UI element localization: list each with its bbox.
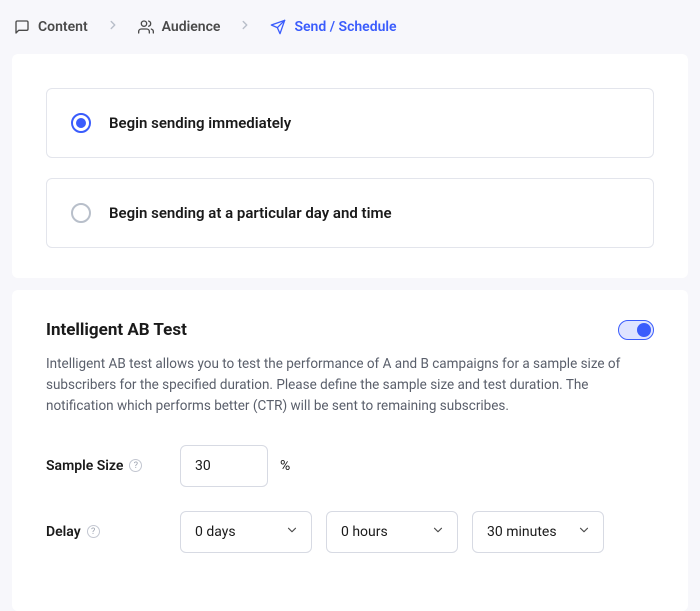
content-icon bbox=[14, 19, 30, 35]
option-send-scheduled[interactable]: Begin sending at a particular day and ti… bbox=[46, 178, 654, 248]
delay-hours-select[interactable]: 0 hours bbox=[326, 511, 458, 553]
delay-row: Delay ? 0 days 0 hours 30 minutes bbox=[46, 511, 654, 553]
audience-icon bbox=[138, 19, 154, 35]
percent-unit: % bbox=[280, 458, 290, 474]
radio-selected-icon bbox=[71, 113, 91, 133]
label-text: Delay bbox=[46, 524, 81, 540]
help-icon[interactable]: ? bbox=[87, 525, 100, 538]
radio-unselected-icon bbox=[71, 203, 91, 223]
option-send-immediately[interactable]: Begin sending immediately bbox=[46, 88, 654, 158]
breadcrumb-label: Content bbox=[38, 19, 88, 35]
breadcrumb-step-content[interactable]: Content bbox=[14, 19, 88, 35]
ab-test-description: Intelligent AB test allows you to test t… bbox=[46, 354, 654, 417]
chevron-down-icon bbox=[431, 523, 445, 541]
send-options-card: Begin sending immediately Begin sending … bbox=[12, 54, 688, 278]
help-icon[interactable]: ? bbox=[129, 459, 142, 472]
chevron-right-icon bbox=[238, 18, 252, 36]
delay-days-select[interactable]: 0 days bbox=[180, 511, 312, 553]
ab-test-title: Intelligent AB Test bbox=[46, 320, 187, 340]
delay-minutes-select[interactable]: 30 minutes bbox=[472, 511, 604, 553]
sample-size-input[interactable] bbox=[180, 445, 268, 487]
ab-test-toggle[interactable] bbox=[618, 320, 654, 340]
breadcrumb-label: Send / Schedule bbox=[294, 19, 396, 35]
breadcrumb-step-audience[interactable]: Audience bbox=[138, 19, 221, 35]
ab-test-section: Intelligent AB Test Intelligent AB test … bbox=[12, 290, 688, 611]
select-value: 30 minutes bbox=[487, 524, 557, 540]
select-value: 0 days bbox=[195, 524, 236, 540]
send-icon bbox=[270, 19, 286, 35]
breadcrumb-step-send-schedule[interactable]: Send / Schedule bbox=[270, 19, 396, 35]
chevron-down-icon bbox=[577, 523, 591, 541]
option-label: Begin sending at a particular day and ti… bbox=[109, 204, 392, 222]
label-text: Sample Size bbox=[46, 458, 123, 474]
ab-test-header: Intelligent AB Test bbox=[46, 320, 654, 340]
sample-size-label: Sample Size ? bbox=[46, 458, 180, 474]
delay-select-group: 0 days 0 hours 30 minutes bbox=[180, 511, 604, 553]
chevron-down-icon bbox=[285, 523, 299, 541]
sample-size-row: Sample Size ? % bbox=[46, 445, 654, 487]
chevron-right-icon bbox=[106, 18, 120, 36]
select-value: 0 hours bbox=[341, 524, 388, 540]
breadcrumb-label: Audience bbox=[162, 19, 221, 35]
option-label: Begin sending immediately bbox=[109, 114, 291, 132]
delay-label: Delay ? bbox=[46, 524, 180, 540]
breadcrumb: Content Audience Send / Schedule bbox=[0, 0, 700, 54]
